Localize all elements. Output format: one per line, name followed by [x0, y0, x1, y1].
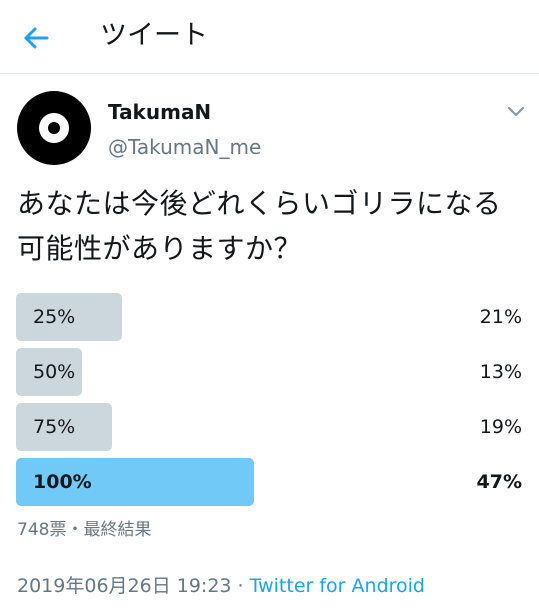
poll-option: 100% 47% [16, 458, 522, 506]
chevron-down-icon [507, 106, 525, 117]
poll-option-percent: 47% [476, 471, 522, 493]
poll-option-label: 100% [33, 471, 92, 493]
poll-option-label: 25% [33, 306, 76, 328]
page-title: ツイート [100, 20, 208, 51]
top-app-bar: ツイート [0, 0, 539, 74]
poll-option-percent: 21% [479, 306, 522, 328]
poll-option-percent: 13% [479, 361, 522, 383]
author-handle[interactable]: @TakumaN_me [108, 134, 261, 160]
poll-option-label: 50% [33, 361, 76, 383]
poll-option: 50% 13% [16, 348, 522, 396]
tweet-date: 2019年06月26日 19:23 [17, 575, 232, 597]
tweet-text: あなたは今後どれくらいゴリラになる可能性がありますか？ [17, 187, 502, 265]
back-button[interactable] [16, 18, 56, 58]
author-display-name[interactable]: TakumaN [108, 99, 211, 125]
tweet-source-link[interactable]: Twitter for Android [250, 575, 425, 597]
tweet-menu-button[interactable] [500, 98, 532, 126]
poll-vote-summary: 748票・最終結果 [17, 520, 152, 540]
poll-option: 75% 19% [16, 403, 522, 451]
tweet-timestamp: 2019年06月26日 19:23 · Twitter for Android [17, 573, 425, 599]
meta-separator: · [231, 575, 250, 597]
arrow-left-icon [24, 27, 49, 49]
poll-option: 25% 21% [16, 293, 522, 341]
poll-option-percent: 19% [479, 416, 522, 438]
avatar[interactable] [17, 91, 91, 165]
poll-option-label: 75% [33, 416, 76, 438]
avatar-center-dot [48, 122, 60, 134]
